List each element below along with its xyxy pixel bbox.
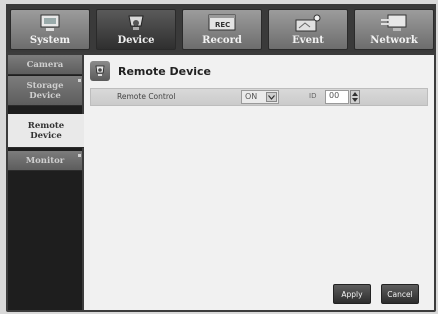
- system-icon: [35, 13, 65, 33]
- tab-network[interactable]: Network: [354, 9, 434, 50]
- remote-control-row: Remote Control ON ID 00: [90, 88, 428, 106]
- apply-button[interactable]: Apply: [333, 284, 371, 304]
- sidebar-item-remote-device[interactable]: Remote Device: [8, 114, 84, 148]
- up-arrow-icon[interactable]: [352, 92, 358, 96]
- network-icon: [379, 13, 409, 33]
- dvr-window: System Device REC Record Event Network C…: [6, 4, 436, 312]
- remote-control-select[interactable]: ON: [241, 90, 279, 104]
- tab-system[interactable]: System: [10, 9, 90, 50]
- spin-buttons[interactable]: [350, 90, 360, 104]
- sidebar-item-label: Monitor: [25, 155, 65, 166]
- tab-record[interactable]: REC Record: [182, 9, 262, 50]
- id-field[interactable]: 00: [325, 90, 349, 104]
- page-title: Remote Device: [118, 64, 212, 78]
- chevron-down-icon[interactable]: [266, 92, 277, 102]
- sidebar-item-label: Camera: [26, 59, 64, 70]
- tab-event-label: Event: [292, 35, 324, 46]
- id-label: ID: [309, 92, 317, 100]
- tab-system-label: System: [29, 35, 71, 46]
- sidebar-menu: Camera Storage Device Remote Device Moni…: [8, 55, 84, 310]
- submenu-indicator-icon: [78, 79, 81, 82]
- remote-control-label: Remote Control: [117, 92, 176, 101]
- record-icon: REC: [207, 13, 237, 33]
- tab-network-label: Network: [370, 35, 418, 46]
- svg-text:REC: REC: [215, 21, 230, 29]
- submenu-indicator-icon: [78, 154, 81, 157]
- id-stepper[interactable]: 00: [325, 90, 361, 104]
- tab-device[interactable]: Device: [96, 9, 176, 50]
- tab-event[interactable]: Event: [268, 9, 348, 50]
- sidebar-item-label: Storage Device: [26, 80, 64, 101]
- down-arrow-icon[interactable]: [352, 98, 358, 102]
- sidebar-item-storage-device[interactable]: Storage Device: [8, 76, 82, 106]
- tab-record-label: Record: [202, 35, 242, 46]
- main-tab-bar: System Device REC Record Event Network: [6, 4, 436, 52]
- remote-control-value: ON: [245, 92, 258, 101]
- remote-device-icon: [90, 61, 110, 81]
- tab-device-label: Device: [117, 35, 155, 46]
- panel-header: Remote Device: [90, 61, 211, 81]
- sidebar-item-label: Remote Device: [27, 120, 65, 141]
- sidebar-item-monitor[interactable]: Monitor: [8, 151, 82, 171]
- sidebar-item-camera[interactable]: Camera: [8, 55, 82, 75]
- event-icon: [293, 13, 323, 33]
- cancel-button[interactable]: Cancel: [381, 284, 419, 304]
- camera-icon: [121, 13, 151, 33]
- remote-device-panel: Remote Device Remote Control ON ID 00 Ap…: [84, 55, 434, 310]
